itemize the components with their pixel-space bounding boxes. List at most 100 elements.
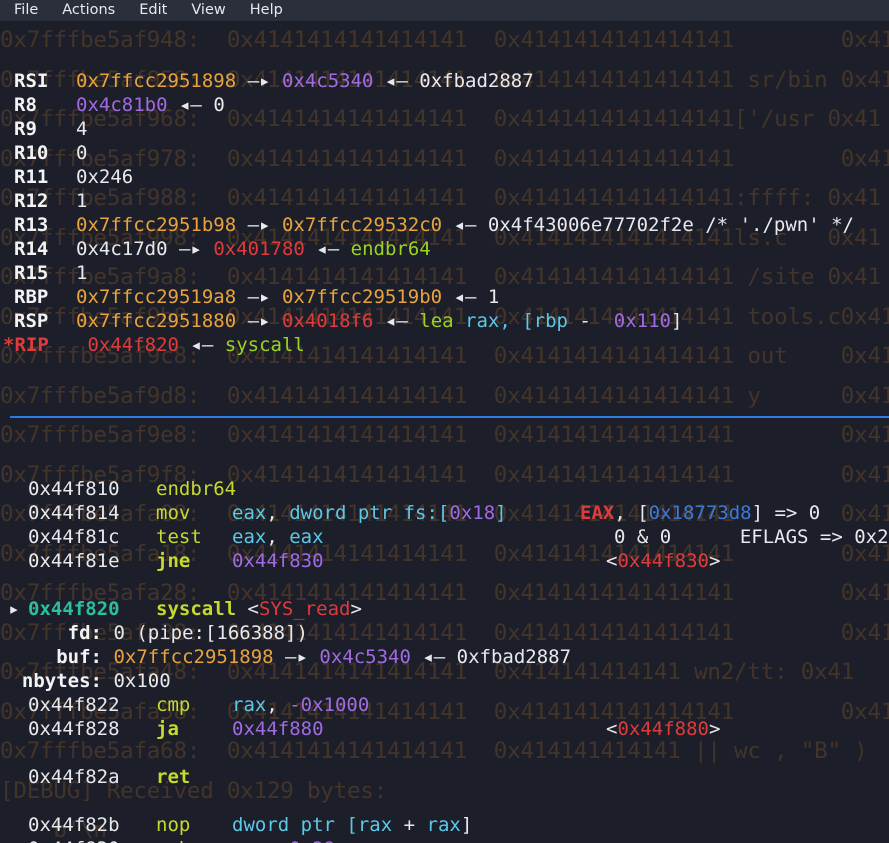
register-value: 1 [76,190,88,212]
register-value: 4 [76,118,88,140]
disassembly-row[interactable]: 0x44f82b nop dword ptr [rax + rax] [0,813,889,837]
instruction-operands: rax, -0x1000 [232,694,370,716]
instruction-address: 0x44f81e [28,550,120,572]
register-name: R9 [14,118,37,140]
register-row: RSP 0x7ffcc2951880 —▸ 0x4018f6 ◂— lea rax… [0,309,889,333]
instruction-annotation: <0x44f830> [606,550,721,572]
register-row: R8 0x4c81b0 ◂— 0 [0,93,889,117]
instruction-address: 0x44f81c [28,526,120,548]
register-row: R12 1 [0,189,889,213]
instruction-mnemonic: cmp [156,694,191,716]
instruction-operands: eax, dword ptr fs:[0x18] [232,502,507,524]
disassembly-row[interactable]: 0x44f830subrsp, 0x28 [0,837,889,843]
instruction-address: 0x44f828 [28,718,120,740]
instruction-mnemonic: jne [156,550,191,572]
instruction-address: 0x44f814 [28,502,120,524]
instruction-annotation: 0 & 0 EFLAGS => 0x2 [614,526,889,548]
register-name: R11 [14,166,49,188]
register-value: 0x4c81b0 ◂— 0 [76,94,225,116]
instruction-mnemonic: ret [156,766,191,788]
syscall-argument-row: buf: 0x7ffcc2951898 —▸ 0x4c5340 ◂— 0xfba… [0,645,889,669]
menu-view[interactable]: View [191,0,225,21]
register-row: R10 0 [0,141,889,165]
current-instruction-marker: ▸ [8,598,20,620]
register-row: R14 0x4c17d0 —▸ 0x401780 ◂— endbr64 [0,237,889,261]
register-row: R13 0x7ffcc2951b98 —▸ 0x7ffcc29532c0 ◂— 0… [0,213,889,237]
instruction-operands: 0x44f830 [232,550,324,572]
register-name: RIP [14,334,49,356]
menu-help[interactable]: Help [250,0,283,21]
syscall-argument-row: nbytes: 0x100 [0,669,889,693]
register-name: RSP [14,310,49,332]
register-value: 0x4c17d0 —▸ 0x401780 ◂— endbr64 [76,238,431,260]
disassembly-row[interactable]: 0x44f81e jne 0x44f830 <0x44f830> [0,549,889,573]
register-name: RSI [14,70,49,92]
register-value: 1 [76,262,88,284]
disassembly-row[interactable]: 0x44f810 endbr64 [0,477,889,501]
instruction-mnemonic: test [156,526,202,548]
disassembly-blank-line [0,741,889,765]
instruction-operands: eax, eax [232,526,324,548]
register-value: 0x7ffcc2951880 —▸ 0x4018f6 ◂— lea rax, [… [76,310,683,332]
disassembly-row[interactable]: ▸ 0x44f820 syscall <SYS_read> [0,597,889,621]
disassembly-row[interactable]: 0x44f822 cmp rax, -0x1000 [0,693,889,717]
disassembly-row[interactable]: 0x44f81c test eax, eax 0 & 0 EFLAGS => 0x2 [0,525,889,549]
disassembly-row[interactable]: 0x44f828 ja 0x44f880 <0x44f880> [0,717,889,741]
syscall-arg-value: 0x100 [113,670,171,692]
instruction-address: 0x44f82a [28,766,120,788]
register-row: R11 0x246 [0,165,889,189]
register-value: 0x44f820 ◂— syscall [87,334,305,356]
instruction-mnemonic: sub [156,837,232,843]
syscall-arg-value: 0x7ffcc2951898 —▸ 0x4c5340 ◂— 0xfbad2887 [113,646,572,668]
syscall-arg-name: nbytes: [21,670,102,692]
register-name: RBP [14,286,49,308]
menu-bar: File Actions Edit View Help [0,0,889,21]
register-row: RBP 0x7ffcc29519a8 —▸ 0x7ffcc29519b0 ◂— 1 [0,285,889,309]
register-name: R13 [14,214,49,236]
menu-edit[interactable]: Edit [139,0,167,21]
disassembly-pane: 0x44f810 endbr64 0x44f814 mov eax, dword ptr… [0,477,889,843]
instruction-address: 0x44f830 [28,837,156,843]
instruction-mnemonic: mov [156,502,191,524]
disassembly-blank-line [0,573,889,597]
menu-actions[interactable]: Actions [62,0,115,21]
instruction-mnemonic: endbr64 [156,478,237,500]
register-name: R14 [14,238,49,260]
syscall-arg-name: buf: [56,646,102,668]
register-value: 0x7ffcc29519a8 —▸ 0x7ffcc29519b0 ◂— 1 [76,286,500,308]
register-name: R10 [14,142,49,164]
instruction-operands: dword ptr [rax + rax] [232,814,473,836]
instruction-address: 0x44f822 [28,694,120,716]
instruction-mnemonic: syscall [156,598,237,620]
menu-file[interactable]: File [14,0,38,21]
syscall-arg-name: fd: [67,622,102,644]
register-value: 0x246 [76,166,134,188]
instruction-mnemonic: ja [156,718,179,740]
syscall-arg-indent: buf: [0,645,102,669]
instruction-operands: rsp, 0x28 [232,838,335,843]
register-name: R15 [14,262,49,284]
register-name: R12 [14,190,49,212]
syscall-arg-indent: fd: [0,621,102,645]
disassembly-row[interactable]: 0x44f82a ret [0,765,889,789]
syscall-argument-row: fd: 0 (pipe:[166388]) [0,621,889,645]
instruction-annotation: <0x44f880> [606,718,721,740]
instruction-address: 0x44f820 [28,598,120,620]
instruction-address: 0x44f810 [28,478,120,500]
instruction-annotation: EAX, [0x18773d8] => 0 [580,502,821,524]
terminal-window: File Actions Edit View Help 0x7fffbe5af9… [0,0,889,843]
instruction-operands: 0x44f880 [232,718,324,740]
syscall-arg-value: 0 (pipe:[166388]) [113,622,308,644]
disassembly-row[interactable]: 0x44f814 mov eax, dword ptr fs:[0x18] EAX, … [0,501,889,525]
register-row: RSI 0x7ffcc2951898 —▸ 0x4c5340 ◂— 0xfbad2… [0,69,889,93]
register-current-marker: * [3,334,15,356]
register-value: 0 [76,142,88,164]
register-row: R15 1 [0,261,889,285]
instruction-mnemonic: nop [156,814,191,836]
disassembly-blank-line [0,789,889,813]
instruction-operands: <SYS_read> [236,598,362,620]
register-row: R9 4 [0,117,889,141]
register-value: 0x7ffcc2951b98 —▸ 0x7ffcc29532c0 ◂— 0x4f… [76,214,854,236]
pane-separator [0,405,889,429]
register-value: 0x7ffcc2951898 —▸ 0x4c5340 ◂— 0xfbad2887 [76,70,534,92]
